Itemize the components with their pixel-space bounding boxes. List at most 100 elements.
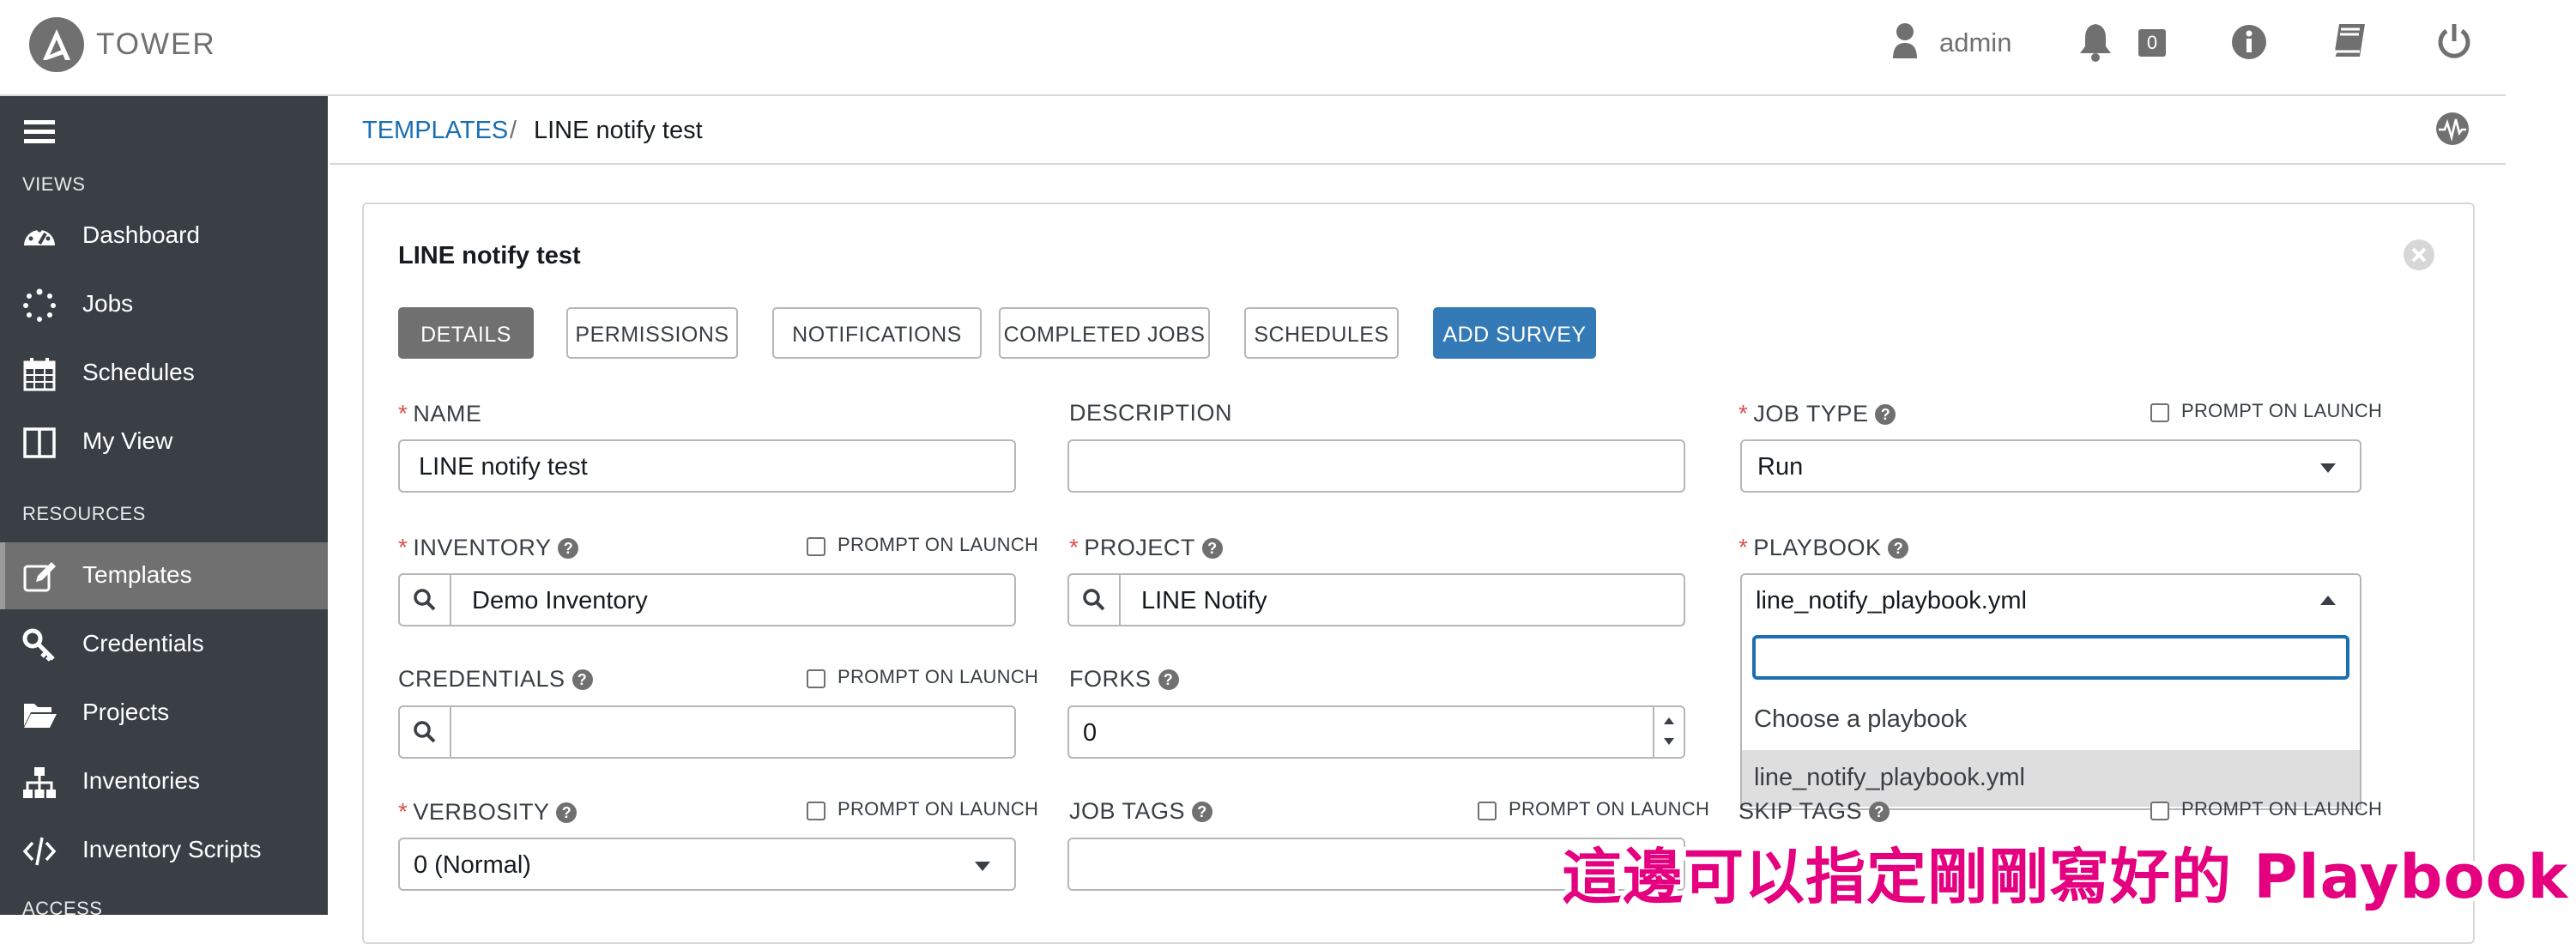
inventory-prompt-on-launch[interactable]: PROMPT ON LAUNCH [807, 534, 1038, 556]
decrement-icon[interactable] [1664, 738, 1674, 745]
edit-icon [23, 562, 56, 592]
job-tags-prompt-on-launch[interactable]: PROMPT ON LAUNCH [1478, 798, 1709, 820]
notification-count-badge[interactable]: 0 [2138, 29, 2166, 57]
required-marker: * [1069, 534, 1079, 560]
power-logout-icon[interactable] [2435, 22, 2473, 64]
sidebar-item-templates[interactable]: Templates [0, 542, 328, 609]
increment-icon[interactable] [1664, 717, 1674, 724]
required-marker: * [1738, 534, 1749, 560]
sidebar-item-credentials[interactable]: Credentials [0, 611, 328, 678]
inventory-label: * INVENTORY? [398, 534, 579, 561]
sidebar-item-label: Inventory Scripts [82, 836, 262, 862]
checkbox[interactable] [807, 802, 825, 820]
forks-spinner[interactable] [1653, 707, 1684, 757]
folder-icon [24, 704, 57, 728]
verbosity-select[interactable]: 0 (Normal) [398, 838, 1016, 891]
info-icon[interactable] [2231, 24, 2267, 64]
breadcrumb-current: LINE notify test [534, 117, 703, 144]
name-label-text: NAME [413, 401, 482, 427]
tower-logo-icon[interactable] [29, 17, 84, 72]
help-icon[interactable]: ? [1888, 538, 1909, 559]
hamburger-menu-icon[interactable] [24, 118, 55, 148]
tab-permissions[interactable]: PERMISSIONS [566, 307, 738, 359]
add-survey-button[interactable]: ADD SURVEY [1433, 307, 1596, 359]
chevron-up-icon [2320, 596, 2336, 605]
checkbox[interactable] [1478, 802, 1497, 820]
sidebar-item-label: Dashboard [82, 221, 200, 248]
close-icon[interactable] [2403, 239, 2435, 275]
project-search-button[interactable] [1069, 575, 1121, 625]
chevron-down-icon [2320, 463, 2336, 473]
sidebar-item-label: Projects [82, 699, 170, 725]
jobs-spinner-icon [23, 288, 56, 322]
sidebar-item-label: Schedules [82, 359, 195, 385]
user-icon[interactable] [1891, 22, 1919, 64]
option-label: line_notify_playbook.yml [1754, 764, 2025, 791]
skip-tags-prompt-on-launch[interactable]: PROMPT ON LAUNCH [2150, 798, 2382, 820]
verbosity-label-text: VERBOSITY [413, 799, 550, 825]
username[interactable]: admin [1939, 27, 2011, 58]
checkbox[interactable] [807, 669, 825, 688]
credentials-search-button[interactable] [400, 707, 451, 757]
project-lookup[interactable]: LINE Notify [1067, 573, 1685, 626]
job-type-prompt-on-launch[interactable]: PROMPT ON LAUNCH [2150, 400, 2382, 422]
help-icon[interactable]: ? [556, 802, 577, 823]
inventory-label-text: INVENTORY [413, 535, 552, 560]
sidebar-item-jobs[interactable]: Jobs [0, 271, 328, 338]
playbook-dropdown: Choose a playbook line_notify_playbook.y… [1740, 623, 2361, 810]
activity-stream-icon[interactable] [2435, 112, 2470, 150]
verbosity-value: 0 (Normal) [414, 851, 531, 879]
checkbox[interactable] [2150, 403, 2169, 422]
inventory-lookup[interactable]: Demo Inventory [398, 573, 1016, 626]
help-icon[interactable]: ? [571, 669, 593, 690]
docs-book-icon[interactable] [2331, 22, 2368, 64]
tab-details[interactable]: DETAILS [398, 307, 534, 359]
credentials-prompt-on-launch[interactable]: PROMPT ON LAUNCH [807, 666, 1038, 688]
sidebar-item-schedules[interactable]: Schedules [0, 340, 328, 407]
help-icon[interactable]: ? [1158, 669, 1179, 690]
sidebar-item-inventories[interactable]: Inventories [0, 748, 328, 815]
job-type-value: Run [1757, 453, 1804, 481]
inventory-search-button[interactable] [400, 575, 451, 625]
help-icon[interactable]: ? [1869, 802, 1890, 822]
credentials-label-text: CREDENTIALS [398, 666, 565, 692]
breadcrumb-separator: / [510, 117, 517, 144]
credentials-lookup[interactable] [398, 705, 1016, 759]
sidebar-item-projects[interactable]: Projects [0, 680, 328, 747]
help-icon[interactable]: ? [1192, 802, 1213, 822]
chevron-down-icon [975, 862, 990, 871]
breadcrumb-templates-link[interactable]: TEMPLATES [362, 117, 508, 145]
verbosity-prompt-on-launch[interactable]: PROMPT ON LAUNCH [807, 798, 1038, 820]
key-icon [22, 628, 55, 662]
prompt-on-launch-label: PROMPT ON LAUNCH [838, 798, 1039, 820]
sidebar-item-dashboard[interactable]: Dashboard [0, 203, 328, 269]
brand-name: TOWER [96, 27, 216, 61]
checkbox[interactable] [807, 537, 825, 556]
help-icon[interactable]: ? [1875, 404, 1896, 425]
sidebar-section-views: VIEWS [22, 173, 86, 195]
sidebar-item-inventory-scripts[interactable]: Inventory Scripts [0, 817, 328, 884]
forks-stepper[interactable]: 0 [1067, 705, 1685, 759]
job-type-select[interactable]: Run [1740, 439, 2361, 493]
sidebar-section-access: ACCESS [22, 898, 103, 919]
tab-completed-jobs[interactable]: COMPLETED JOBS [999, 307, 1210, 359]
checkbox[interactable] [2150, 802, 2169, 820]
playbook-select[interactable]: line_notify_playbook.yml [1740, 573, 2361, 626]
playbook-option[interactable]: Choose a playbook [1742, 692, 2360, 748]
tab-schedules[interactable]: SCHEDULES [1244, 307, 1399, 359]
prompt-on-launch-label: PROMPT ON LAUNCH [838, 666, 1039, 687]
name-field[interactable]: LINE notify test [398, 439, 1016, 493]
name-label: * NAME [398, 400, 481, 427]
tab-notifications[interactable]: NOTIFICATIONS [772, 307, 982, 359]
bell-icon[interactable] [2077, 22, 2114, 66]
option-label: Choose a playbook [1754, 705, 1968, 733]
search-icon [414, 589, 436, 611]
help-icon[interactable]: ? [1201, 538, 1223, 559]
help-icon[interactable]: ? [558, 538, 579, 559]
sidebar-item-my-view[interactable]: My View [0, 408, 328, 475]
sidebar-item-label: My View [82, 427, 173, 454]
description-field[interactable] [1067, 439, 1685, 493]
required-marker: * [1738, 400, 1749, 427]
forks-label: FORKS? [1069, 666, 1179, 693]
playbook-search-input[interactable] [1752, 635, 2349, 680]
